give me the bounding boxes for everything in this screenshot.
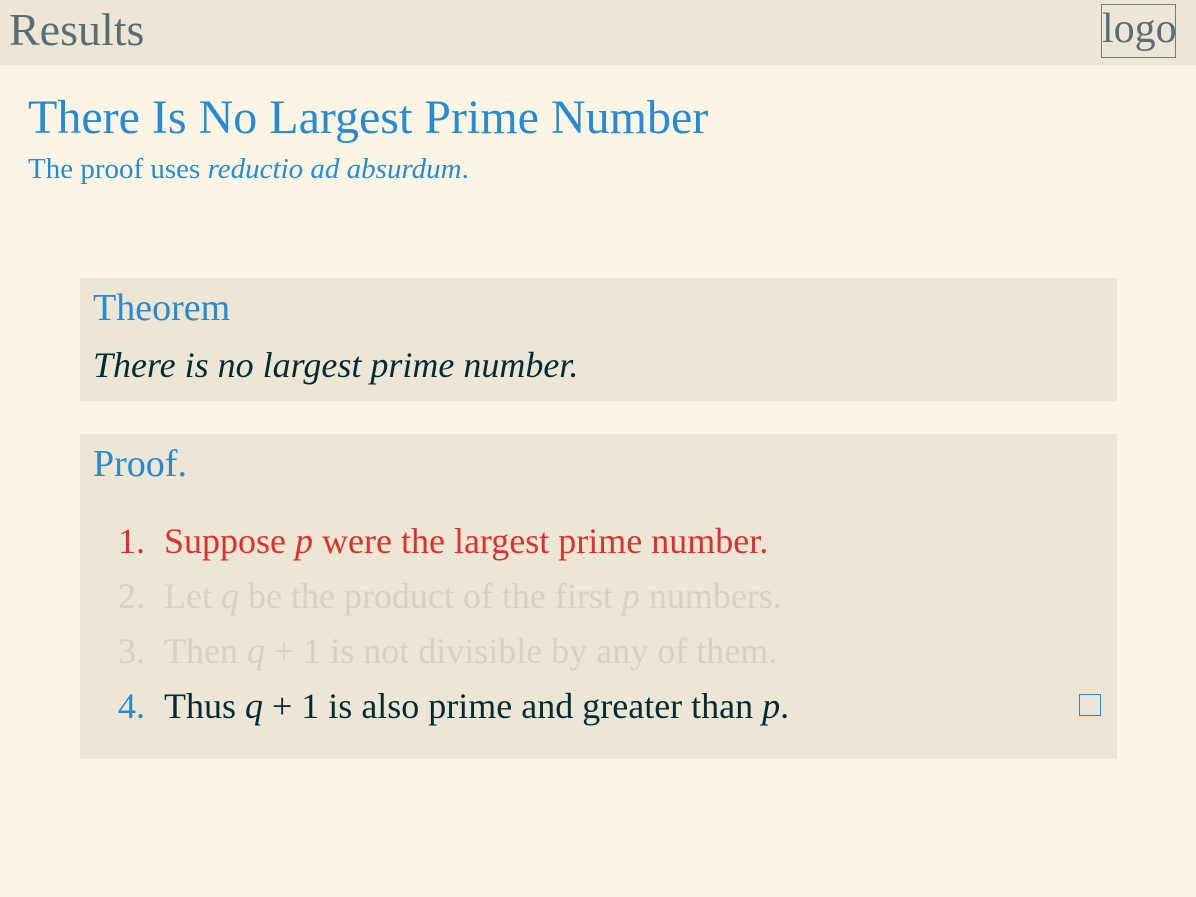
- step-number: 2.: [118, 576, 145, 616]
- step-variable: p: [295, 521, 314, 561]
- step-text: were the largest prime number.: [313, 521, 769, 561]
- step-text: Suppose: [164, 521, 296, 561]
- theorem-body: There is no largest prime number.: [93, 345, 579, 385]
- subtitle-suffix: .: [461, 153, 469, 185]
- header-bar: Results logo: [0, 0, 1196, 65]
- step-variable: p: [621, 576, 640, 616]
- proof-step: 2. Let q be the product of the first p nu…: [118, 575, 782, 617]
- step-variable: q: [246, 631, 265, 671]
- subtitle-emphasis: reductio ad absurdum: [207, 153, 462, 185]
- proof-title: Proof.: [93, 443, 187, 485]
- qed-square-icon: [1079, 694, 1101, 716]
- logo: logo: [1101, 4, 1177, 58]
- step-number: 1.: [118, 521, 145, 561]
- theorem-block: Theorem There is no largest prime number…: [80, 278, 1117, 401]
- step-variable: p: [762, 686, 781, 726]
- step-number: 4.: [118, 686, 145, 726]
- proof-step: 1. Suppose p were the largest prime numbe…: [118, 520, 768, 562]
- step-text: Thus: [164, 686, 245, 726]
- step-text: + 1 is not divisible by any of them.: [264, 631, 778, 671]
- step-text: numbers.: [639, 576, 782, 616]
- theorem-title: Theorem: [93, 287, 231, 329]
- step-number: 3.: [118, 631, 145, 671]
- proof-step: 4. Thus q + 1 is also prime and greater t…: [118, 685, 789, 727]
- proof-step: 3. Then q + 1 is not divisible by any of …: [118, 630, 777, 672]
- step-text: be the product of the first: [238, 576, 622, 616]
- step-variable: q: [245, 686, 263, 726]
- step-text: Then: [164, 631, 247, 671]
- step-text: .: [780, 686, 790, 726]
- step-variable: q: [220, 576, 239, 616]
- proof-block: Proof. 1. Suppose p were the largest prim…: [80, 434, 1117, 759]
- subtitle-prefix: The proof uses: [28, 153, 208, 185]
- frame-title: There Is No Largest Prime Number: [28, 91, 709, 144]
- section-title: Results: [9, 4, 145, 55]
- step-text: + 1 is also prime and greater than: [263, 686, 763, 726]
- frame-subtitle: The proof uses reductio ad absurdum.: [28, 152, 469, 186]
- step-text: Let: [164, 576, 221, 616]
